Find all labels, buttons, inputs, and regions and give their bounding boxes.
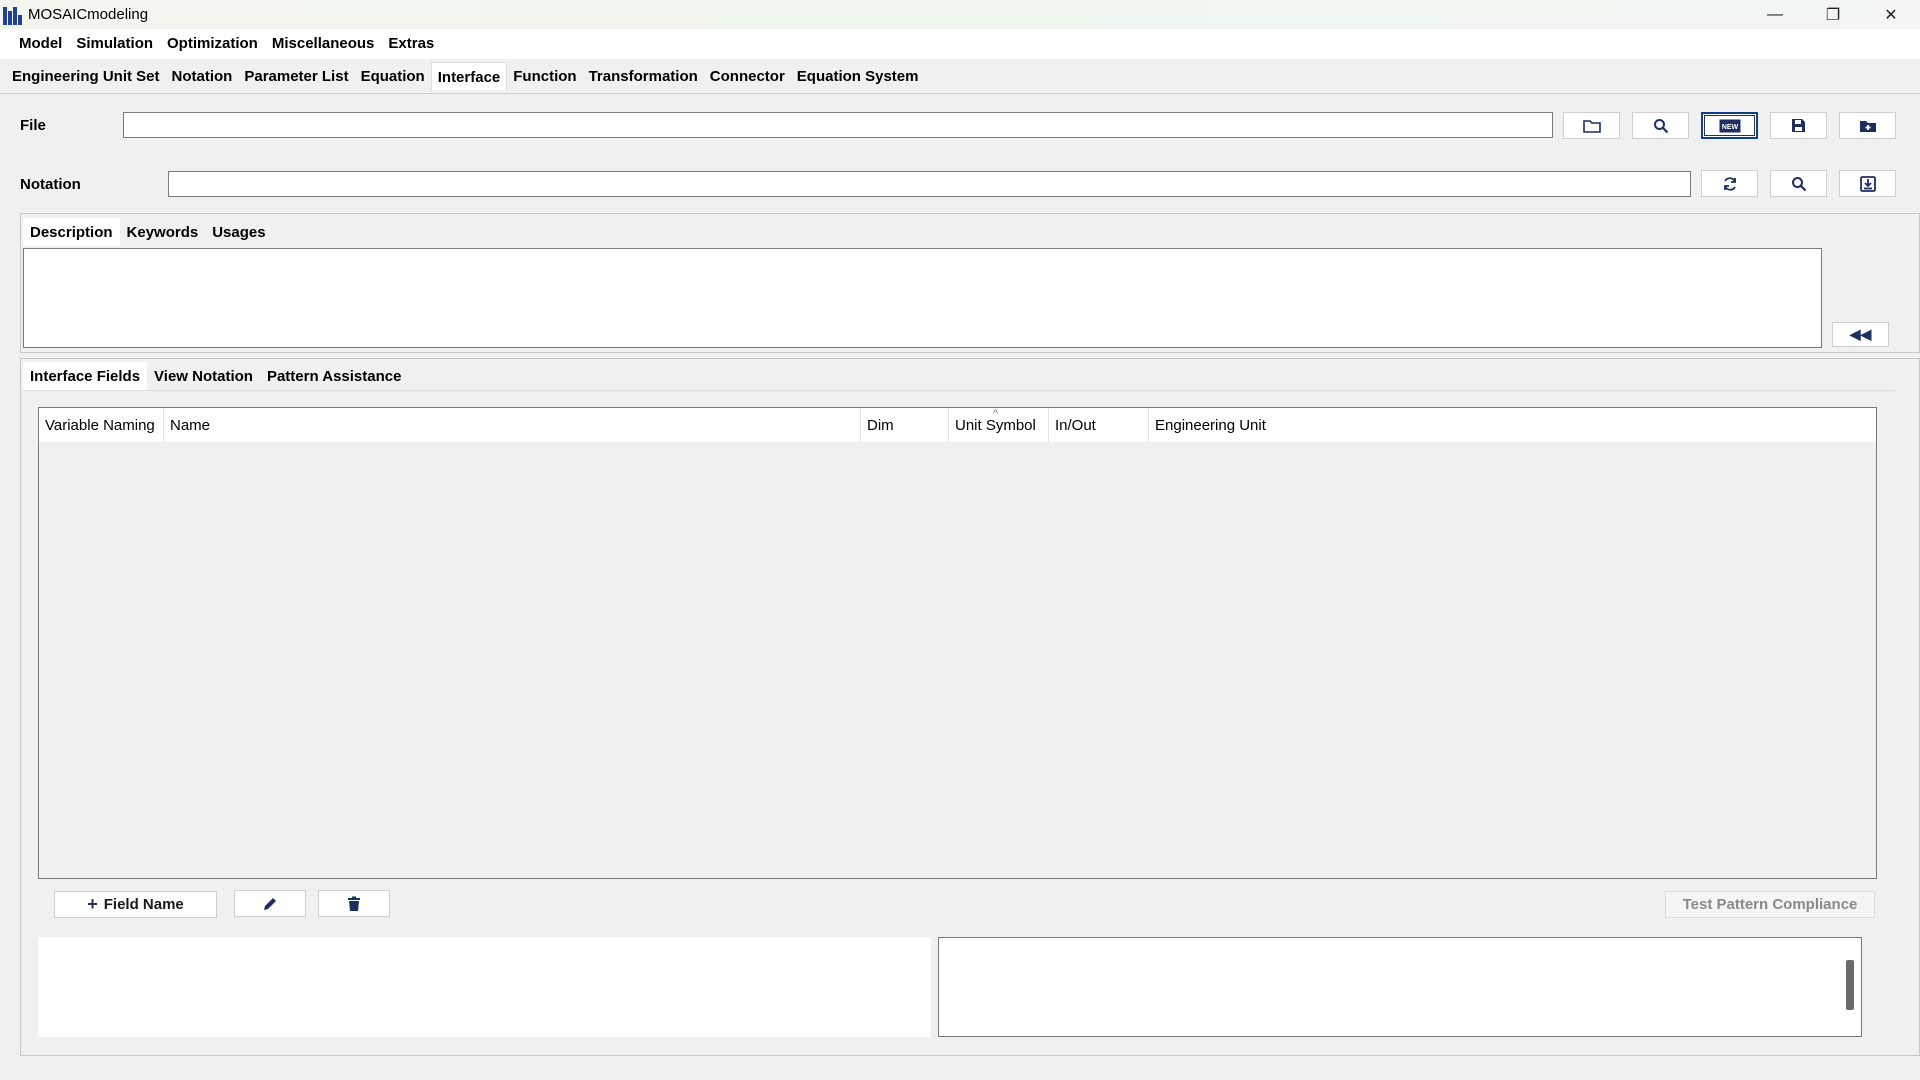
column-header-unit-symbol[interactable]: ^ Unit Symbol xyxy=(949,408,1049,442)
sort-indicator-icon: ^ xyxy=(993,408,999,420)
svg-text:NEW: NEW xyxy=(1721,124,1738,131)
table-header: Variable Naming Name Dim ^ Unit Symbol I… xyxy=(39,408,1876,442)
tab-connector[interactable]: Connector xyxy=(704,62,791,90)
tab-interface[interactable]: Interface xyxy=(430,62,508,90)
save-file-button[interactable] xyxy=(1770,112,1827,139)
field-detail-right-box[interactable] xyxy=(938,937,1862,1037)
tab-equation[interactable]: Equation xyxy=(355,62,431,90)
plus-icon: + xyxy=(87,894,98,914)
window-title: MOSAICmodeling xyxy=(28,6,149,23)
delete-field-button[interactable] xyxy=(318,890,390,917)
import-notation-button[interactable] xyxy=(1839,170,1896,197)
menu-model[interactable]: Model xyxy=(12,31,70,57)
refresh-notation-button[interactable] xyxy=(1701,170,1758,197)
test-pattern-compliance-button[interactable]: Test Pattern Compliance xyxy=(1665,891,1875,918)
main-menu-bar: Model Simulation Optimization Miscellane… xyxy=(0,29,1920,59)
search-notation-button[interactable] xyxy=(1770,170,1827,197)
search-icon xyxy=(1653,118,1668,133)
notation-input[interactable] xyxy=(168,171,1691,197)
tab-usages[interactable]: Usages xyxy=(205,218,272,246)
tab-interface-fields[interactable]: Interface Fields xyxy=(23,362,148,390)
tab-view-notation[interactable]: View Notation xyxy=(147,362,260,390)
open-file-button[interactable] xyxy=(1563,112,1620,139)
menu-simulation[interactable]: Simulation xyxy=(69,31,160,57)
add-field-button[interactable]: + Field Name xyxy=(54,891,217,918)
save-icon xyxy=(1792,119,1805,132)
close-button[interactable]: ✕ xyxy=(1862,0,1920,29)
tab-divider xyxy=(23,390,1895,391)
minimize-button[interactable]: — xyxy=(1746,0,1804,29)
tab-keywords[interactable]: Keywords xyxy=(120,218,206,246)
import-icon xyxy=(1859,175,1876,192)
add-folder-icon xyxy=(1859,120,1876,132)
add-field-label: Field Name xyxy=(103,896,184,913)
file-label: File xyxy=(20,117,46,134)
refresh-icon xyxy=(1723,176,1736,191)
interface-tabs: Interface Fields View Notation Pattern A… xyxy=(23,362,408,390)
column-header-name[interactable]: Name xyxy=(164,408,861,442)
notation-label: Notation xyxy=(20,176,81,193)
column-header-dim[interactable]: Dim xyxy=(861,408,949,442)
file-path-input[interactable] xyxy=(123,112,1553,138)
tab-equation-system[interactable]: Equation System xyxy=(791,62,925,90)
column-header-engineering-unit[interactable]: Engineering Unit xyxy=(1149,408,1876,442)
title-bar: MOSAICmodeling — ❐ ✕ xyxy=(0,0,1920,29)
search-file-button[interactable] xyxy=(1632,112,1689,139)
add-to-folder-button[interactable] xyxy=(1839,112,1896,139)
edit-field-button[interactable] xyxy=(234,890,306,917)
scrollbar-thumb[interactable] xyxy=(1846,960,1854,1010)
trash-icon xyxy=(348,896,360,911)
description-tabs: Description Keywords Usages xyxy=(23,218,273,246)
column-header-variable-naming[interactable]: Variable Naming xyxy=(39,408,164,442)
search-icon xyxy=(1791,176,1806,191)
tab-description[interactable]: Description xyxy=(23,218,120,246)
tab-notation[interactable]: Notation xyxy=(166,62,239,90)
pencil-icon xyxy=(264,897,276,910)
column-header-in-out[interactable]: In/Out xyxy=(1049,408,1149,442)
new-file-button[interactable]: NEW xyxy=(1701,112,1758,139)
tab-function[interactable]: Function xyxy=(507,62,582,90)
description-textarea[interactable] xyxy=(23,248,1822,348)
model-tab-bar: Engineering Unit Set Notation Parameter … xyxy=(0,59,1920,94)
tab-parameter-list[interactable]: Parameter List xyxy=(238,62,354,90)
interface-fields-table[interactable]: Variable Naming Name Dim ^ Unit Symbol I… xyxy=(38,407,1877,879)
collapse-panel-button[interactable]: ◀◀ xyxy=(1832,322,1889,347)
new-icon: NEW xyxy=(1719,119,1740,132)
restore-button[interactable]: ❐ xyxy=(1804,0,1862,29)
field-detail-left-box[interactable] xyxy=(38,937,931,1037)
app-logo-icon xyxy=(3,5,23,25)
menu-optimization[interactable]: Optimization xyxy=(160,31,265,57)
double-chevron-left-icon: ◀◀ xyxy=(1849,326,1872,342)
folder-open-icon xyxy=(1582,119,1601,133)
tab-engineering-unit-set[interactable]: Engineering Unit Set xyxy=(6,62,166,90)
tab-pattern-assistance[interactable]: Pattern Assistance xyxy=(260,362,409,390)
menu-extras[interactable]: Extras xyxy=(381,31,441,57)
menu-miscellaneous[interactable]: Miscellaneous xyxy=(265,31,382,57)
tab-transformation[interactable]: Transformation xyxy=(583,62,704,90)
